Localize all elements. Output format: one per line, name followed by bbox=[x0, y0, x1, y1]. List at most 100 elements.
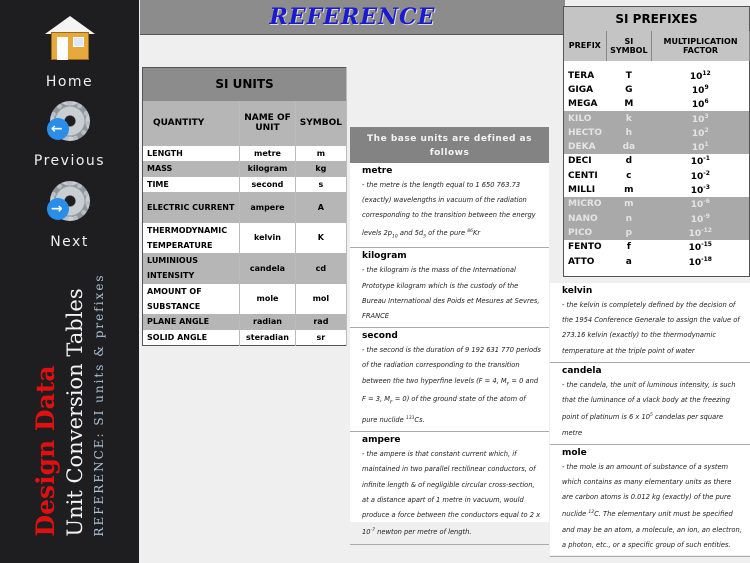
table-row: DEKA da 101 bbox=[563, 139, 750, 155]
house-icon bbox=[44, 16, 95, 60]
factor-base: 10 bbox=[689, 71, 703, 82]
symbol-cell: da bbox=[606, 139, 652, 155]
unit-heading: kelvin bbox=[562, 286, 593, 296]
definition-second: second - the second is the duration of 9 … bbox=[350, 328, 549, 433]
factor-base: 10 bbox=[690, 214, 704, 225]
unit-heading: mole bbox=[562, 447, 587, 458]
si-prefixes-title: SI PREFIXES bbox=[563, 6, 750, 31]
prefix-cell: HECTO bbox=[563, 125, 607, 140]
definition-kilogram: kilogram - the kilogram is the mass of th… bbox=[350, 248, 549, 329]
symbol-cell: mol bbox=[295, 283, 348, 314]
factor-base: 10 bbox=[690, 186, 704, 197]
definition-text: newton per metre of length. bbox=[375, 528, 472, 537]
factor-exponent: 1 bbox=[704, 141, 709, 149]
quantity-cell: TIME bbox=[142, 176, 241, 192]
table-row: PICO p 10-12 bbox=[563, 225, 750, 241]
prefix-cell: PICO bbox=[563, 225, 607, 241]
factor-exponent: -2 bbox=[703, 169, 710, 177]
unit-name-cell: second bbox=[239, 176, 296, 192]
table-row: MASS kilogram kg bbox=[142, 161, 348, 177]
factor-cell: 10-15 bbox=[652, 240, 750, 254]
gear-back-arrow-icon: ← bbox=[46, 98, 93, 144]
symbol-cell: G bbox=[625, 84, 633, 95]
prefix-cell: ATTO bbox=[568, 256, 595, 267]
factor-exponent: -3 bbox=[703, 184, 710, 192]
unit-name-cell: kelvin bbox=[239, 222, 296, 253]
definition-text: Kr bbox=[472, 228, 481, 237]
next-button[interactable]: → Next bbox=[0, 178, 139, 250]
symbol-cell: n bbox=[606, 211, 652, 226]
factor-exponent: 12 bbox=[702, 69, 711, 77]
prefix-cell: FENTO bbox=[568, 242, 602, 253]
prefix-cell: CENTI bbox=[568, 170, 598, 181]
unit-name-cell: ampere bbox=[239, 192, 296, 223]
symbol-cell: s bbox=[295, 176, 348, 192]
table-row: KILO k 103 bbox=[563, 111, 750, 126]
table-row: DECI d 10-1 bbox=[564, 154, 750, 168]
column-header: MULTIPLICATION FACTOR bbox=[651, 30, 750, 61]
section-caption: REFERENCE: SI units & prefixes bbox=[92, 273, 106, 537]
factor-base: 10 bbox=[691, 85, 705, 96]
factor-cell: 1012 bbox=[652, 69, 750, 83]
quantity-cell: SOLID ANGLE bbox=[142, 329, 241, 345]
prefix-cell: DECI bbox=[568, 156, 592, 167]
table-row: PLANE ANGLE radian rad bbox=[142, 314, 348, 330]
unit-name-cell: steradian bbox=[239, 329, 296, 345]
app-subtitle: Unit Conversion Tables bbox=[63, 288, 87, 537]
definition-text: - the kelvin is completely defined by th… bbox=[562, 301, 740, 355]
symbol-cell: M bbox=[624, 99, 634, 110]
previous-button[interactable]: ← Previous bbox=[0, 98, 139, 169]
unit-definition: - the kilogram is the mass of the Intern… bbox=[362, 263, 541, 324]
unit-definition: - the candela, the unit of luminous inte… bbox=[562, 378, 742, 441]
factor-cell: 10-18 bbox=[652, 254, 750, 268]
si-units-table: SI UNITS QUANTITY NAME OF UNIT SYMBOL LENG… bbox=[142, 67, 348, 346]
table-row: GIGA G 109 bbox=[564, 83, 750, 97]
table-row: LUMINIOUS INTENSITY candela cd bbox=[142, 253, 348, 284]
table-row: AMOUNT OF SUBSTANCE mole mol bbox=[142, 283, 348, 314]
quantity-cell: LENGTH bbox=[142, 145, 241, 161]
quantity-cell: LUMINIOUS INTENSITY bbox=[142, 253, 241, 284]
definition-text: - the kilogram is the mass of the Intern… bbox=[362, 266, 540, 320]
factor-cell: 109 bbox=[652, 83, 750, 97]
table-row: MICRO m 10-6 bbox=[563, 197, 750, 212]
unit-name-cell: metre bbox=[239, 145, 296, 161]
unit-definition: - the second is the duration of 9 192 63… bbox=[362, 343, 541, 428]
factor-cell: 102 bbox=[651, 125, 750, 140]
si-units-title: SI UNITS bbox=[142, 67, 347, 101]
unit-definition: - the metre is the length equal to 1 650… bbox=[362, 178, 541, 244]
unit-name-cell: candela bbox=[239, 253, 296, 284]
unit-heading: metre bbox=[362, 166, 393, 176]
app-title-block: Design Data Unit Conversion Tables REFER… bbox=[31, 273, 109, 536]
prefix-cell: TERA bbox=[568, 70, 595, 81]
symbol-cell: c bbox=[626, 170, 632, 181]
unit-heading: second bbox=[362, 331, 398, 342]
factor-base: 10 bbox=[688, 257, 702, 268]
column-header: QUANTITY bbox=[142, 100, 241, 146]
factor-exponent: -9 bbox=[703, 212, 710, 220]
factor-exponent: 6 bbox=[704, 98, 709, 106]
factor-cell: 10-1 bbox=[652, 154, 750, 168]
quantity-cell: PLANE ANGLE bbox=[142, 314, 241, 330]
table-row: MILLI m 10-3 bbox=[564, 183, 750, 197]
base-units-panel-continued: kelvin - the kelvin is completely defined… bbox=[550, 283, 750, 558]
unit-definition: - the kelvin is completely defined by th… bbox=[562, 298, 742, 359]
table-row: TIME second s bbox=[142, 176, 348, 192]
home-label: Home bbox=[45, 74, 94, 90]
prefix-cell: GIGA bbox=[568, 84, 594, 95]
page-title: REFERENCE bbox=[269, 4, 436, 30]
column-header: SYMBOL bbox=[295, 100, 348, 146]
unit-heading: ampere bbox=[362, 435, 401, 446]
factor-exponent: 3 bbox=[704, 112, 709, 120]
table-row: THERMODYNAMIC TEMPERATURE kelvin K bbox=[142, 222, 348, 253]
prefix-cell: NANO bbox=[563, 211, 607, 226]
table-row: ATTO a 10-18 bbox=[564, 254, 750, 268]
symbol-cell: K bbox=[295, 222, 348, 253]
factor-base: 10 bbox=[690, 157, 704, 168]
factor-cell: 106 bbox=[652, 97, 750, 111]
definition-kelvin: kelvin - the kelvin is completely defined… bbox=[550, 283, 750, 363]
quantity-cell: AMOUNT OF SUBSTANCE bbox=[142, 283, 241, 314]
definition-text: of the pure bbox=[425, 228, 468, 237]
unit-definition: - the ampere is that constant current wh… bbox=[362, 447, 541, 540]
table-row: ELECTRIC CURRENT ampere A bbox=[142, 192, 348, 223]
home-button[interactable]: Home bbox=[0, 16, 139, 90]
